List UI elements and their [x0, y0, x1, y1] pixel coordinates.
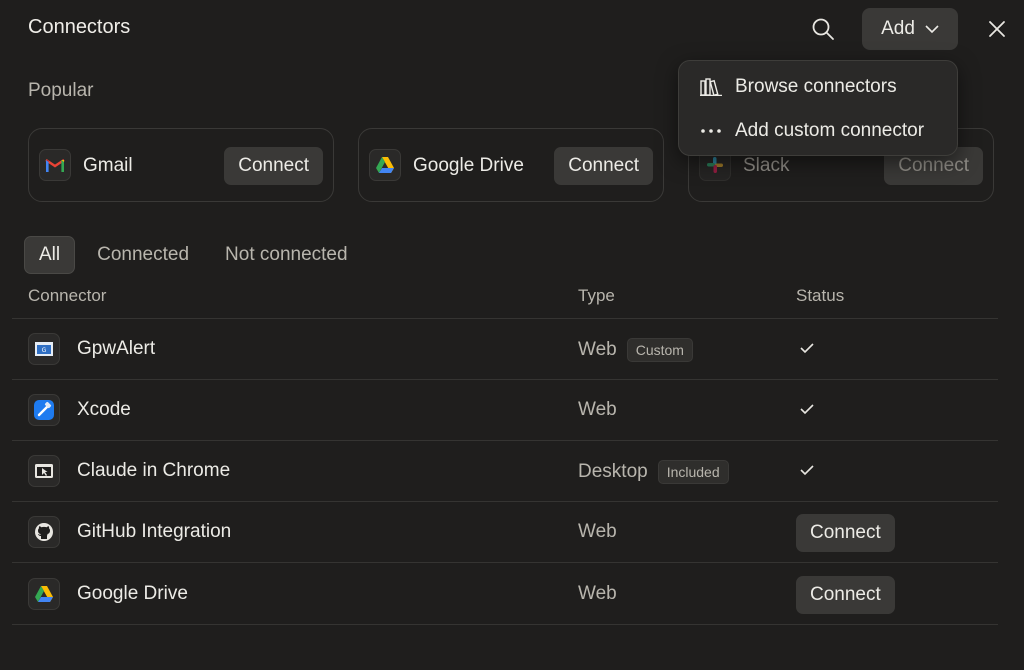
table-row[interactable]: Claude in Chrome Desktop Included	[12, 441, 998, 502]
popular-card-name: Google Drive	[413, 155, 524, 176]
connector-name: GpwAlert	[77, 338, 156, 359]
table-row[interactable]: GitHub Integration Web Connect	[12, 502, 998, 563]
column-header-status: Status	[796, 286, 845, 305]
connector-type: Web	[578, 399, 617, 421]
add-button-label: Add	[881, 18, 915, 39]
popular-card-google-drive: Google Drive Connect	[358, 128, 664, 202]
filter-all[interactable]: All	[24, 236, 76, 274]
connector-name: GitHub Integration	[77, 521, 232, 542]
gmail-icon	[39, 149, 71, 181]
chrome-window-icon	[28, 455, 60, 487]
checkmark-icon	[800, 404, 814, 415]
connector-name: Xcode	[77, 399, 131, 420]
connector-type-label: Web	[578, 399, 617, 420]
filter-not-connected[interactable]: Not connected	[211, 236, 362, 274]
table-row[interactable]: Google Drive Web Connect	[12, 564, 998, 625]
browse-connectors-item[interactable]: Browse connectors	[679, 67, 957, 107]
books-icon	[699, 78, 723, 96]
search-button[interactable]	[806, 12, 840, 46]
google-drive-icon	[369, 149, 401, 181]
popular-card-gmail: Gmail Connect	[28, 128, 334, 202]
connected-status	[798, 396, 816, 427]
filter-tabs: All Connected Not connected	[24, 236, 362, 274]
google-drive-connect-button[interactable]: Connect	[554, 147, 653, 185]
filter-connected[interactable]: Connected	[83, 236, 203, 274]
search-icon	[812, 18, 834, 40]
github-icon	[28, 516, 60, 548]
popular-card-name: Gmail	[83, 155, 133, 176]
connected-status	[798, 457, 816, 488]
column-header-connector: Connector	[28, 286, 107, 305]
connector-type-label: Web	[578, 583, 617, 604]
connector-type-label: Desktop	[578, 461, 648, 482]
google-drive-row-connect-button[interactable]: Connect	[796, 576, 895, 614]
connected-status	[798, 335, 816, 366]
add-custom-connector-label: Add custom connector	[735, 120, 925, 141]
popular-section-label: Popular	[28, 80, 94, 101]
github-connect-button[interactable]: Connect	[796, 514, 895, 552]
included-badge: Included	[657, 460, 729, 484]
popular-card-name: Slack	[743, 155, 790, 176]
gmail-connect-button[interactable]: Connect	[224, 147, 323, 185]
table-row[interactable]: G GpwAlert Web Custom	[12, 319, 998, 380]
column-header-type: Type	[578, 286, 615, 305]
connector-name: Claude in Chrome	[77, 460, 231, 481]
google-drive-icon	[28, 578, 60, 610]
custom-badge: Custom	[626, 338, 693, 362]
add-button[interactable]: Add	[862, 8, 958, 50]
connector-type: Web	[578, 583, 617, 605]
chevron-down-icon	[925, 25, 939, 34]
connector-type: Web Custom	[578, 338, 693, 362]
browse-connectors-label: Browse connectors	[735, 76, 897, 97]
connector-name: Google Drive	[77, 583, 188, 604]
xcode-icon	[28, 394, 60, 426]
close-button[interactable]	[980, 12, 1014, 46]
close-icon	[989, 21, 1005, 37]
checkmark-icon	[800, 465, 814, 476]
page-title: Connectors	[28, 16, 131, 38]
connector-type: Web	[578, 521, 617, 543]
add-menu: Browse connectors Add custom connector	[678, 60, 958, 156]
add-custom-connector-item[interactable]: Add custom connector	[679, 111, 957, 151]
svg-text:G: G	[42, 347, 47, 354]
ellipsis-icon	[699, 128, 723, 134]
connector-type-label: Web	[578, 339, 617, 360]
table-header: Connector Type Status	[12, 284, 998, 319]
table-row[interactable]: Xcode Web	[12, 380, 998, 441]
gpwalert-icon: G	[28, 333, 60, 365]
connector-type-label: Web	[578, 521, 617, 542]
connector-type: Desktop Included	[578, 460, 729, 484]
checkmark-icon	[800, 343, 814, 354]
